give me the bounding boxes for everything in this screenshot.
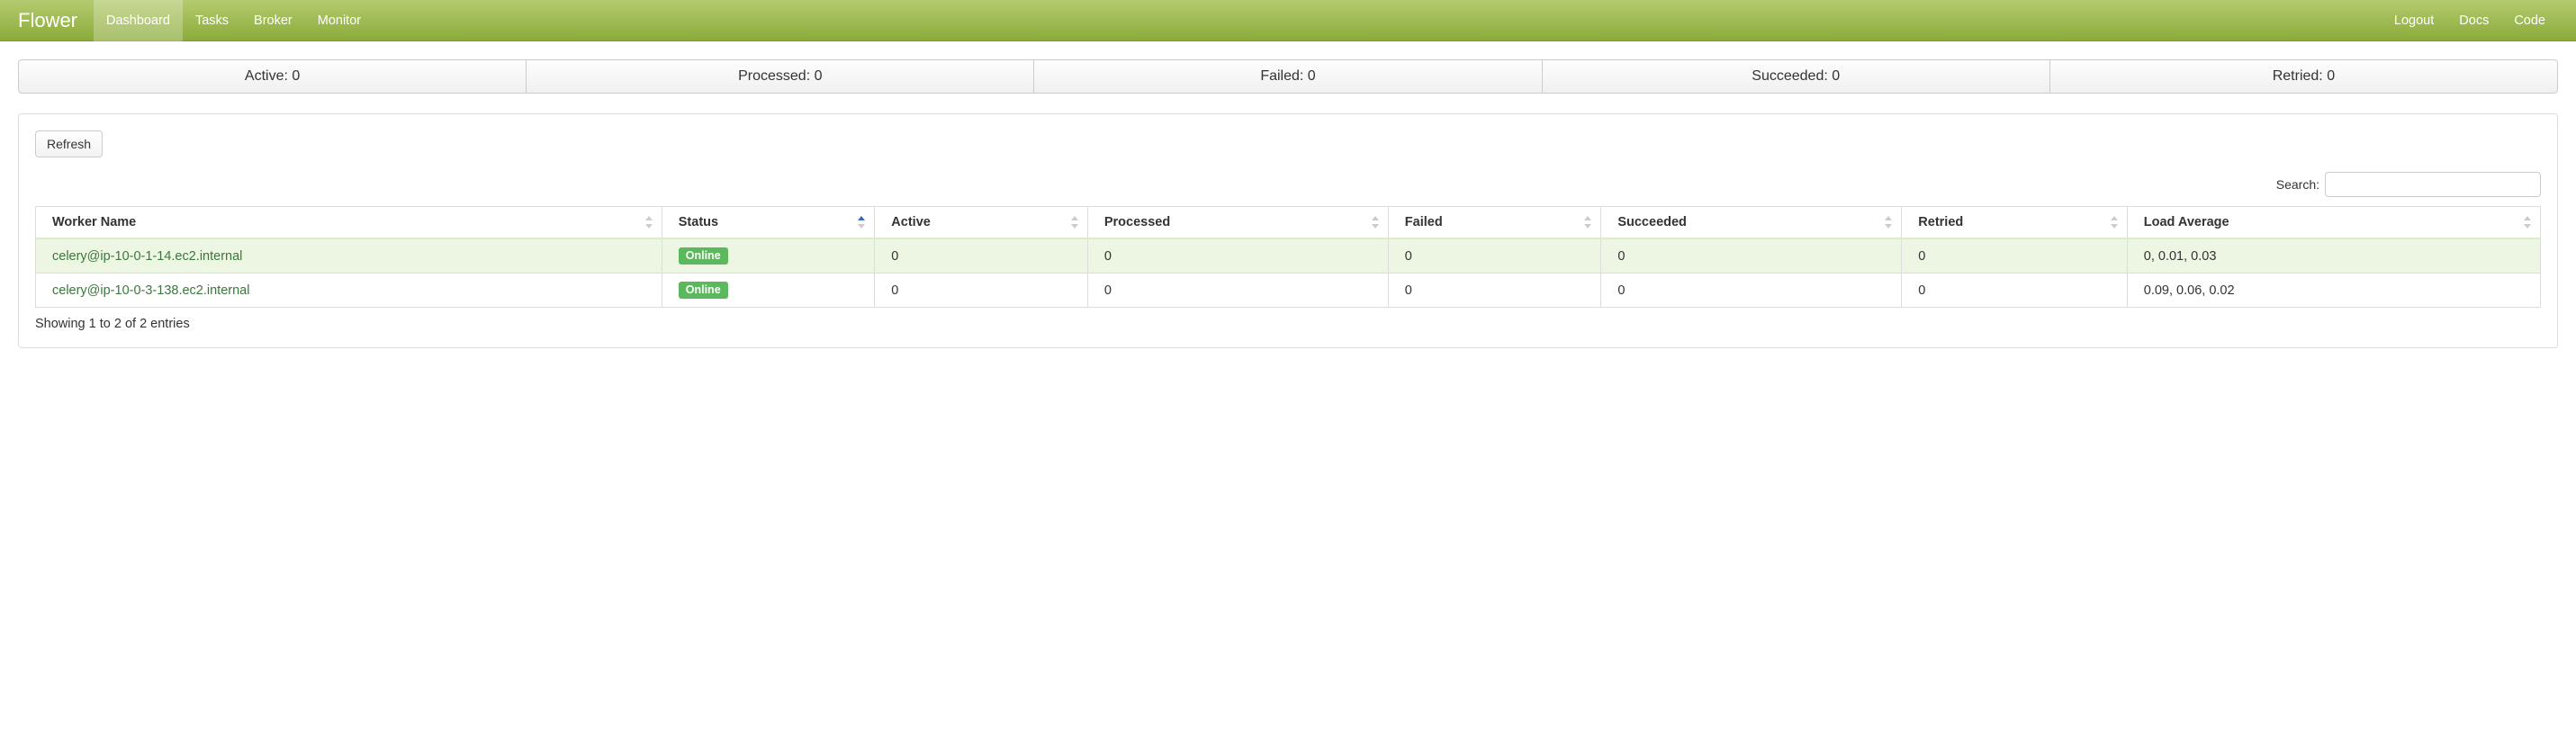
col-failed[interactable]: Failed [1388, 207, 1601, 239]
nav-right: Logout Docs Code [2382, 0, 2558, 40]
cell-failed: 0 [1388, 274, 1601, 308]
worker-name-link[interactable]: celery@ip-10-0-3-138.ec2.internal [52, 283, 249, 298]
table-info: Showing 1 to 2 of 2 entries [35, 308, 2541, 331]
col-worker-name-label: Worker Name [52, 215, 136, 229]
cell-active: 0 [875, 274, 1088, 308]
col-processed-label: Processed [1104, 215, 1170, 229]
stat-failed[interactable]: Failed: 0 [1033, 59, 1542, 94]
cell-retried: 0 [1902, 274, 2127, 308]
sort-icon [1071, 215, 1080, 229]
stats-button-group: Active: 0 Processed: 0 Failed: 0 Succeed… [18, 59, 2558, 94]
navbar: Flower Dashboard Tasks Broker Monitor Lo… [0, 0, 2576, 41]
nav-left: Dashboard Tasks Broker Monitor [94, 0, 374, 40]
col-worker-name[interactable]: Worker Name [36, 207, 662, 239]
col-load-average[interactable]: Load Average [2127, 207, 2540, 239]
status-badge: Online [679, 282, 728, 299]
table-row: celery@ip-10-0-1-14.ec2.internal Online … [36, 238, 2541, 274]
search-label: Search: [2276, 177, 2319, 192]
col-active-label: Active [891, 215, 931, 229]
col-retried-label: Retried [1918, 215, 1963, 229]
nav-dashboard[interactable]: Dashboard [94, 0, 183, 41]
stat-succeeded[interactable]: Succeeded: 0 [1542, 59, 2050, 94]
col-succeeded-label: Succeeded [1617, 215, 1687, 229]
nav-docs[interactable]: Docs [2446, 0, 2501, 41]
nav-code[interactable]: Code [2501, 0, 2558, 41]
col-retried[interactable]: Retried [1902, 207, 2127, 239]
search-input[interactable] [2325, 172, 2541, 197]
sort-icon [1885, 215, 1894, 229]
col-status-label: Status [679, 215, 718, 229]
search-row: Search: [35, 172, 2541, 197]
nav-monitor[interactable]: Monitor [305, 0, 374, 41]
sort-icon [2111, 215, 2120, 229]
nav-tasks[interactable]: Tasks [183, 0, 241, 41]
sort-icon [645, 215, 654, 229]
cell-succeeded: 0 [1601, 274, 1902, 308]
stat-processed[interactable]: Processed: 0 [526, 59, 1034, 94]
col-active[interactable]: Active [875, 207, 1088, 239]
cell-failed: 0 [1388, 238, 1601, 274]
sort-icon [2524, 215, 2533, 229]
main-container: Active: 0 Processed: 0 Failed: 0 Succeed… [0, 41, 2576, 366]
status-badge: Online [679, 247, 728, 265]
cell-load-average: 0.09, 0.06, 0.02 [2127, 274, 2540, 308]
workers-panel: Refresh Search: Worker Name Status Ac [18, 113, 2558, 348]
brand-link[interactable]: Flower [16, 0, 94, 40]
worker-name-link[interactable]: celery@ip-10-0-1-14.ec2.internal [52, 249, 242, 264]
cell-succeeded: 0 [1601, 238, 1902, 274]
col-status[interactable]: Status [662, 207, 875, 239]
workers-table: Worker Name Status Active Processed [35, 206, 2541, 308]
sort-icon [1584, 215, 1593, 229]
sort-icon [1372, 215, 1381, 229]
nav-logout[interactable]: Logout [2382, 0, 2446, 41]
cell-processed: 0 [1087, 238, 1388, 274]
stat-active[interactable]: Active: 0 [18, 59, 527, 94]
sort-icon [858, 215, 867, 229]
nav-broker[interactable]: Broker [241, 0, 305, 41]
table-row: celery@ip-10-0-3-138.ec2.internal Online… [36, 274, 2541, 308]
col-succeeded[interactable]: Succeeded [1601, 207, 1902, 239]
cell-load-average: 0, 0.01, 0.03 [2127, 238, 2540, 274]
col-failed-label: Failed [1405, 215, 1443, 229]
col-load-average-label: Load Average [2144, 215, 2229, 229]
cell-retried: 0 [1902, 238, 2127, 274]
refresh-button[interactable]: Refresh [35, 130, 103, 157]
col-processed[interactable]: Processed [1087, 207, 1388, 239]
stat-retried[interactable]: Retried: 0 [2049, 59, 2558, 94]
cell-processed: 0 [1087, 274, 1388, 308]
cell-active: 0 [875, 238, 1088, 274]
